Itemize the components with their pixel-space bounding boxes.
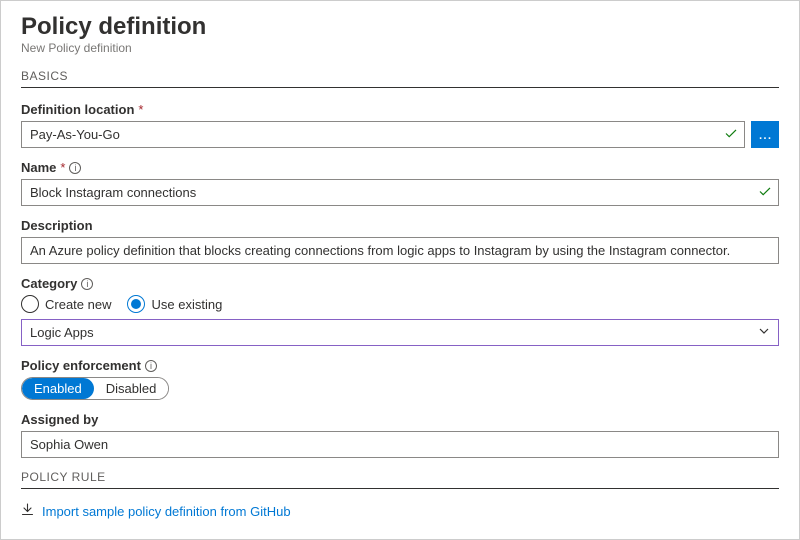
download-icon (21, 503, 34, 519)
info-icon[interactable]: i (145, 360, 157, 372)
enforcement-label-text: Policy enforcement (21, 358, 141, 373)
section-basics-header: BASICS (21, 69, 779, 88)
info-icon[interactable]: i (69, 162, 81, 174)
category-dropdown-value: Logic Apps (30, 325, 94, 340)
field-definition-location: Definition location * ... (21, 102, 779, 148)
field-assigned-by: Assigned by (21, 412, 779, 458)
definition-location-label-text: Definition location (21, 102, 134, 117)
name-label-text: Name (21, 160, 56, 175)
definition-location-input[interactable] (21, 121, 745, 148)
name-input[interactable] (21, 179, 779, 206)
field-description: Description (21, 218, 779, 264)
category-dropdown[interactable]: Logic Apps (21, 319, 779, 346)
field-name: Name * i (21, 160, 779, 206)
import-link-text: Import sample policy definition from Git… (42, 504, 291, 519)
field-category: Category i Create new Use existing Logic… (21, 276, 779, 346)
enforcement-label: Policy enforcement i (21, 358, 779, 373)
import-github-link[interactable]: Import sample policy definition from Git… (21, 503, 779, 519)
enforcement-toggle: Enabled Disabled (21, 377, 169, 400)
field-enforcement: Policy enforcement i Enabled Disabled (21, 358, 779, 400)
page-title: Policy definition (21, 13, 779, 41)
category-label-text: Category (21, 276, 77, 291)
assigned-by-label-text: Assigned by (21, 412, 98, 427)
radio-use-existing[interactable]: Use existing (127, 295, 222, 313)
radio-icon-selected (127, 295, 145, 313)
radio-create-new[interactable]: Create new (21, 295, 111, 313)
description-label: Description (21, 218, 779, 233)
radio-use-existing-label: Use existing (151, 297, 222, 312)
browse-location-button[interactable]: ... (751, 121, 779, 148)
toggle-enabled[interactable]: Enabled (22, 378, 94, 399)
radio-icon (21, 295, 39, 313)
required-asterisk: * (138, 102, 143, 117)
description-label-text: Description (21, 218, 93, 233)
assigned-by-label: Assigned by (21, 412, 779, 427)
toggle-disabled[interactable]: Disabled (94, 378, 169, 399)
radio-create-new-label: Create new (45, 297, 111, 312)
name-label: Name * i (21, 160, 779, 175)
category-label: Category i (21, 276, 779, 291)
page-subtitle: New Policy definition (21, 41, 779, 55)
section-policy-rule-header: POLICY RULE (21, 470, 779, 489)
chevron-down-icon (758, 325, 770, 340)
required-asterisk: * (60, 160, 65, 175)
definition-location-label: Definition location * (21, 102, 779, 117)
info-icon[interactable]: i (81, 278, 93, 290)
description-input[interactable] (21, 237, 779, 264)
assigned-by-input[interactable] (21, 431, 779, 458)
